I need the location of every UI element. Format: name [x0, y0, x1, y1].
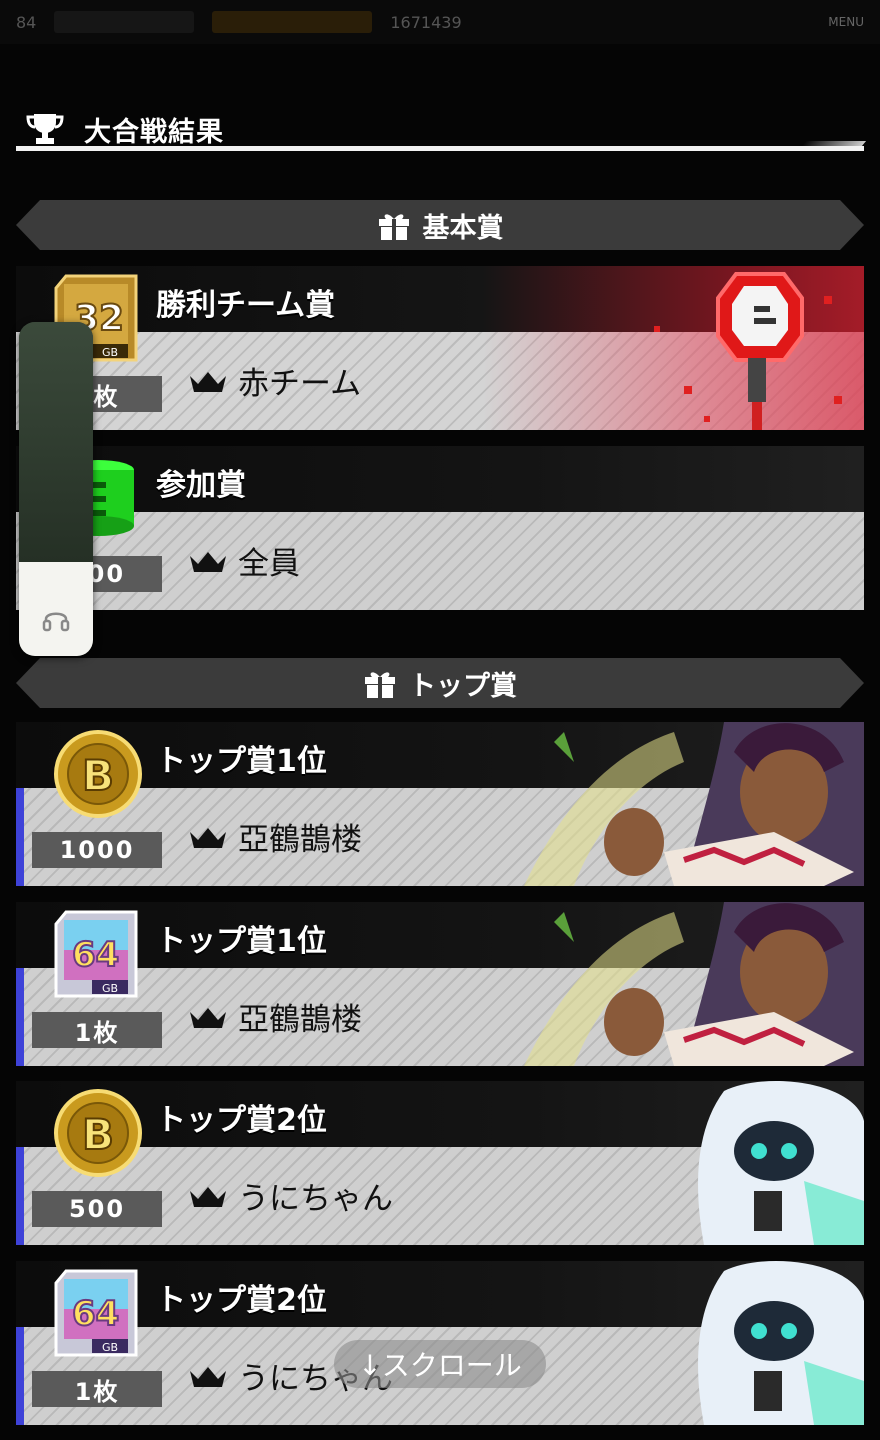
exp-gauge	[54, 11, 195, 33]
prize-name: トップ賞2位	[156, 1283, 327, 1318]
currency-slot	[212, 11, 373, 33]
page-title: 大合戦結果	[84, 117, 224, 148]
prize-row[interactable]: 64 GB トップ賞1位 亞鶴鵲楼 1枚	[16, 902, 864, 1068]
menu-button[interactable]: MENU	[828, 15, 864, 29]
crown-icon	[190, 551, 226, 572]
coin-count: 1671439	[390, 12, 462, 32]
group-banner-basic: 基本賞	[16, 200, 864, 250]
crown-icon	[190, 1186, 226, 1207]
winner-name: 赤チーム	[238, 366, 362, 402]
crown-icon	[190, 1366, 226, 1387]
rank-accent	[16, 1147, 24, 1245]
crown-icon	[190, 371, 226, 392]
prize-winner: 赤チーム	[188, 358, 361, 403]
winner-name: 亞鶴鵲楼	[238, 1002, 362, 1038]
robot-character-portrait	[698, 1081, 864, 1245]
prize-row[interactable]: 参加賞 全員 500	[16, 446, 864, 612]
volume-track	[19, 322, 93, 563]
prize-name: 勝利チーム賞	[156, 288, 336, 323]
prize-count: 500	[32, 1191, 162, 1227]
character-portrait	[524, 722, 864, 886]
volume-slider[interactable]	[19, 322, 93, 656]
prize-row[interactable]: 32 GB 勝利チーム賞 赤チーム 1枚	[16, 266, 864, 432]
sd-card-64gb-icon: 64 GB	[54, 1269, 138, 1357]
red-team-trophy-art	[654, 272, 842, 430]
robot-character-portrait	[698, 1261, 864, 1425]
trophy-icon	[26, 114, 64, 144]
headphones-icon	[42, 612, 70, 632]
header-divider	[16, 146, 864, 151]
card-capacity: 64	[72, 935, 119, 975]
result-section-header: 大合戦結果	[16, 104, 864, 152]
group-banner-top: トップ賞	[16, 658, 864, 708]
prize-count: 1000	[32, 832, 162, 868]
winner-name: 全員	[238, 546, 300, 582]
crown-icon	[190, 827, 226, 848]
status-bar: 84 1671439 MENU	[0, 0, 880, 44]
crown-icon	[190, 1007, 226, 1028]
group-label: トップ賞	[409, 670, 517, 702]
prize-count: 1枚	[32, 1012, 162, 1048]
character-portrait	[524, 902, 864, 1066]
b-coin-icon: B	[54, 730, 142, 818]
gift-icon	[378, 214, 409, 240]
prize-winner: 亞鶴鵲楼	[188, 994, 362, 1039]
prize-winner: うにちゃん	[188, 1173, 393, 1218]
rank-accent	[16, 1327, 24, 1425]
prize-name: 参加賞	[156, 468, 246, 503]
b-coin-icon: B	[54, 1089, 142, 1177]
card-unit: GB	[102, 1341, 118, 1354]
rank-accent	[16, 788, 24, 886]
prize-winner: 亞鶴鵲楼	[188, 814, 362, 859]
prize-name: トップ賞1位	[156, 924, 327, 959]
level-value: 84	[16, 12, 37, 32]
winner-name: うにちゃん	[238, 1181, 393, 1217]
card-capacity: 64	[72, 1294, 119, 1334]
prize-row[interactable]: B トップ賞1位 亞鶴鵲楼 1000	[16, 722, 864, 888]
card-unit: GB	[102, 982, 118, 995]
winner-name: 亞鶴鵲楼	[238, 822, 362, 858]
card-unit: GB	[102, 346, 118, 359]
prize-winner: 全員	[188, 538, 300, 583]
prize-name: トップ賞1位	[156, 744, 327, 779]
rank-accent	[16, 968, 24, 1066]
prize-name: トップ賞2位	[156, 1103, 327, 1138]
scroll-hint-button[interactable]: ↓スクロール	[334, 1340, 546, 1388]
prize-count: 1枚	[32, 1371, 162, 1407]
group-label: 基本賞	[422, 212, 504, 244]
prize-row[interactable]: B トップ賞2位 うにちゃん 500	[16, 1081, 864, 1247]
coin-letter: B	[82, 751, 114, 800]
sd-card-64gb-icon: 64 GB	[54, 910, 138, 998]
coin-letter: B	[82, 1110, 114, 1159]
gift-icon	[365, 672, 395, 698]
